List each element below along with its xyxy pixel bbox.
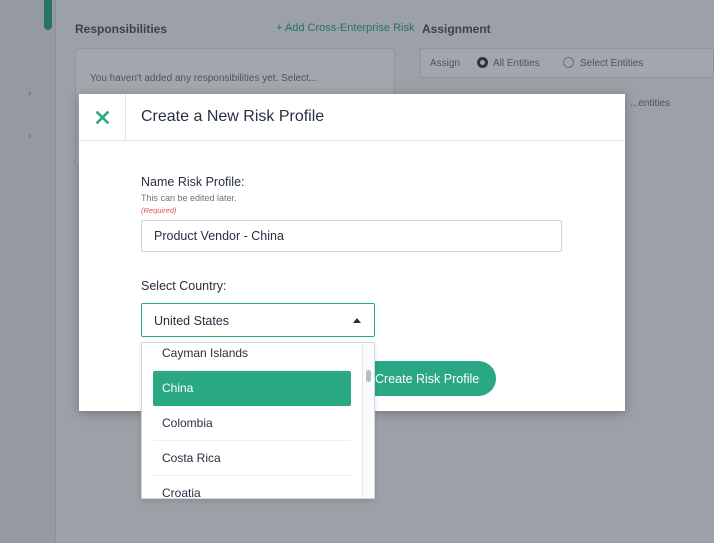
name-profile-hint: This can be edited later.: [141, 193, 237, 203]
dropdown-scrollbar[interactable]: [362, 343, 374, 498]
country-select[interactable]: United States: [141, 303, 375, 337]
close-button[interactable]: [79, 94, 126, 141]
country-option-cayman-islands[interactable]: Cayman Islands: [153, 343, 351, 371]
caret-up-icon: [353, 318, 361, 323]
select-country-label: Select Country:: [141, 279, 227, 293]
modal-header: Create a New Risk Profile: [79, 94, 625, 141]
country-option-china[interactable]: China: [153, 371, 351, 406]
name-profile-label: Name Risk Profile:: [141, 175, 245, 189]
country-dropdown-list: Cayman Islands China Colombia Costa Rica…: [141, 342, 375, 499]
country-select-value: United States: [154, 314, 230, 328]
country-option-croatia[interactable]: Croatia: [153, 476, 351, 498]
profile-name-input[interactable]: [141, 220, 562, 252]
close-icon: [95, 111, 109, 124]
required-indicator: (Required): [141, 206, 177, 215]
country-option-colombia[interactable]: Colombia: [153, 406, 351, 441]
country-option-costa-rica[interactable]: Costa Rica: [153, 441, 351, 476]
modal-title: Create a New Risk Profile: [141, 108, 325, 125]
dropdown-scrollbar-thumb[interactable]: [366, 370, 371, 382]
